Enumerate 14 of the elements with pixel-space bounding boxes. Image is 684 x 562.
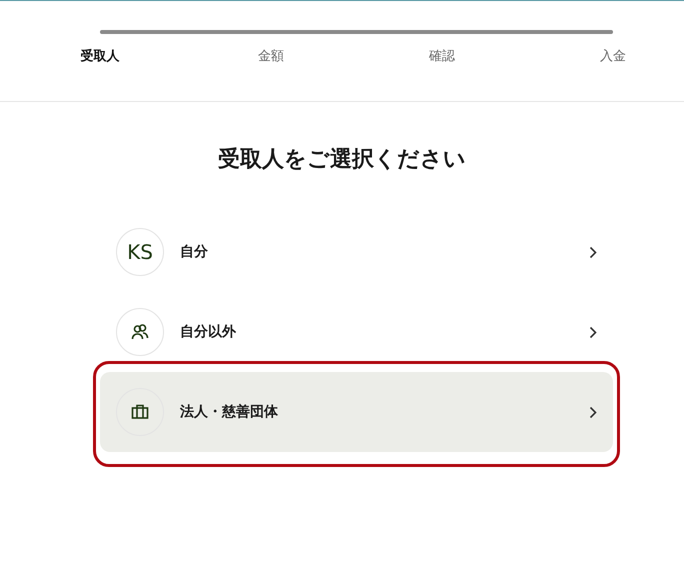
step-label: 受取人 <box>80 48 120 65</box>
chevron-right-icon <box>589 406 597 418</box>
briefcase-icon <box>130 402 150 422</box>
step-label: 金額 <box>258 48 284 65</box>
chevron-right-icon <box>589 326 597 338</box>
step-label: 確認 <box>429 48 455 65</box>
recipient-option[interactable]: KS 自分 <box>100 212 613 292</box>
recipient-option[interactable]: 自分以外 <box>100 292 613 372</box>
page-heading: 受取人をご選択ください <box>217 146 467 174</box>
recipient-option[interactable]: 法人・慈善団体 <box>100 372 613 452</box>
people-icon <box>130 322 150 342</box>
avatar-initials: KS <box>127 240 153 264</box>
step-label: 入金 <box>600 48 626 65</box>
chevron-right-icon <box>589 246 597 258</box>
